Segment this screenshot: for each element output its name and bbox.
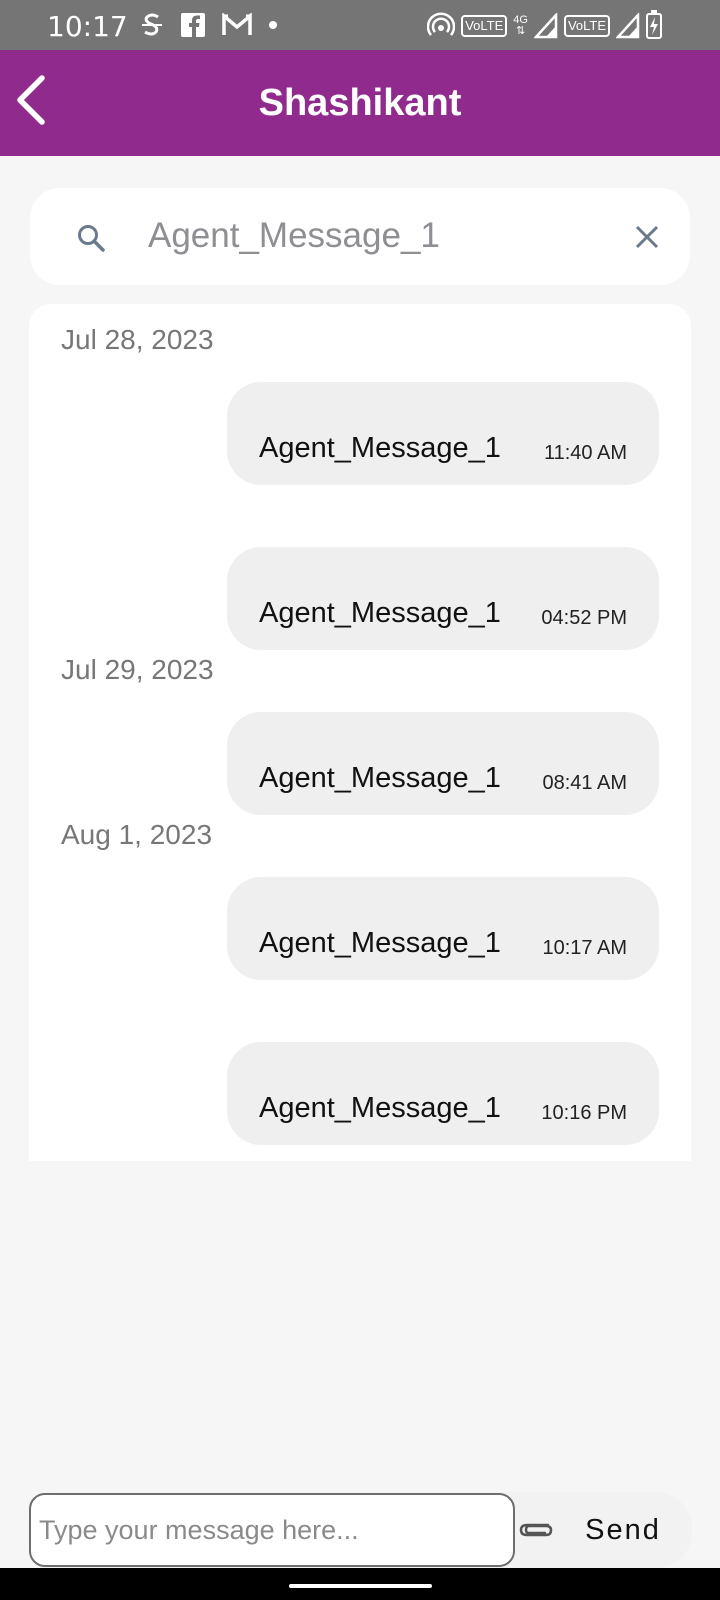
message-time: 08:41 AM: [542, 772, 627, 794]
date-separator: Aug 1, 2023: [61, 819, 213, 850]
message-time: 04:52 PM: [541, 607, 627, 629]
search-icon: [76, 223, 106, 258]
status-right-icons: VoLTE 4G ⇅ VoLTE: [427, 10, 662, 40]
signal-icon: [533, 13, 558, 39]
app-bar: Shashikant: [0, 50, 720, 156]
page-title: Shashikant: [258, 82, 462, 124]
facebook-icon: [180, 12, 206, 38]
gmail-icon: [222, 13, 252, 37]
data-arrows-icon: ⇅: [515, 25, 526, 37]
volte-icon: VoLTE: [563, 15, 610, 37]
status-time: 10:17: [47, 10, 128, 43]
volte-icon: VoLTE: [461, 15, 508, 37]
signal-icon: [616, 13, 640, 39]
message-bubble[interactable]: Agent_Message_1 11:40 AM: [227, 382, 659, 485]
message-bubble[interactable]: Agent_Message_1 10:16 PM: [227, 1042, 659, 1145]
message-bubble[interactable]: Agent_Message_1 04:52 PM: [227, 547, 659, 650]
s-icon: [140, 11, 164, 39]
message-time: 10:16 PM: [541, 1102, 627, 1124]
message-text: Agent_Message_1: [259, 927, 501, 959]
message-bubble[interactable]: Agent_Message_1 08:41 AM: [227, 712, 659, 815]
send-button[interactable]: Send: [573, 1506, 673, 1554]
close-icon[interactable]: [634, 224, 660, 255]
search-input[interactable]: [148, 206, 648, 266]
status-bar: 10:17 VoLTE 4G ⇅ VoLTE: [0, 0, 720, 50]
home-handle[interactable]: [289, 1584, 432, 1588]
message-text: Agent_Message_1: [259, 432, 501, 464]
navigation-bar: [0, 1568, 720, 1600]
dot-icon: [268, 20, 278, 30]
message-time: 11:40 AM: [543, 442, 627, 464]
message-bubble[interactable]: Agent_Message_1 10:17 AM: [227, 877, 659, 980]
message-text: Agent_Message_1: [259, 597, 501, 629]
hotspot-icon: [427, 12, 456, 40]
status-left-icons: [140, 11, 278, 39]
network-4g-icon: 4G ⇅: [513, 15, 528, 37]
search-box: [30, 188, 690, 285]
paperclip-icon[interactable]: [518, 1518, 554, 1545]
date-separator: Jul 29, 2023: [61, 654, 214, 685]
messages-panel: Jul 28, 2023 Agent_Message_1 11:40 AM Ag…: [29, 304, 691, 1161]
message-input[interactable]: [29, 1493, 515, 1567]
message-text: Agent_Message_1: [259, 762, 501, 794]
message-text: Agent_Message_1: [259, 1092, 501, 1124]
battery-icon: [646, 10, 662, 39]
message-time: 10:17 AM: [542, 937, 627, 959]
date-separator: Jul 28, 2023: [61, 324, 214, 355]
